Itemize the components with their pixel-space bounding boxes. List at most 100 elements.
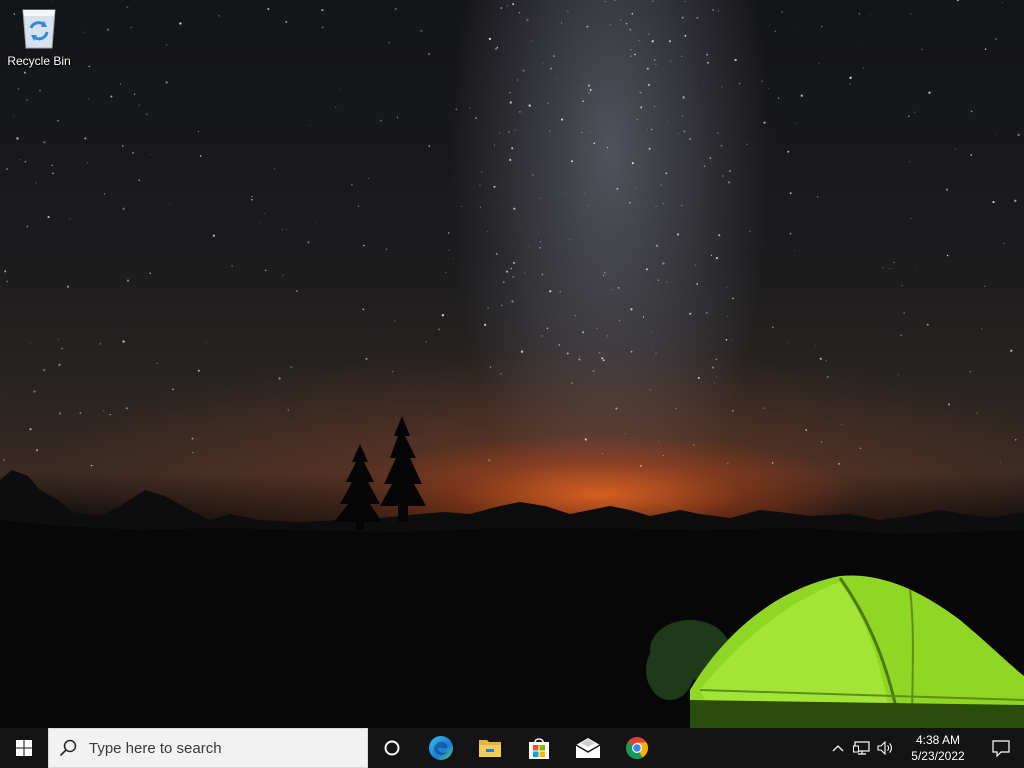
star: [448, 249, 450, 251]
star: [777, 97, 780, 99]
star: [509, 101, 512, 104]
star: [609, 24, 611, 26]
star: [717, 10, 720, 12]
star: [718, 234, 721, 237]
star: [420, 29, 423, 33]
star: [630, 49, 632, 51]
star: [574, 314, 576, 317]
star: [684, 34, 687, 37]
search-input[interactable]: [87, 738, 351, 758]
star: [717, 132, 719, 134]
star: [880, 378, 881, 380]
chevron-up-icon: [832, 745, 844, 752]
star: [522, 69, 525, 72]
star: [630, 350, 633, 353]
desktop[interactable]: Recycle Bin: [0, 0, 1024, 728]
star: [445, 272, 447, 273]
star: [712, 8, 715, 12]
star: [165, 81, 168, 84]
star: [693, 444, 695, 446]
star: [650, 331, 652, 333]
star: [668, 121, 669, 122]
star: [511, 241, 513, 243]
star: [547, 102, 549, 104]
taskbar-app-mail[interactable]: [563, 728, 612, 768]
star: [453, 257, 455, 259]
star: [631, 12, 634, 15]
star: [268, 333, 270, 335]
star: [903, 311, 906, 314]
star: [17, 88, 20, 90]
star: [619, 19, 622, 21]
star: [448, 232, 450, 234]
star: [636, 118, 638, 121]
star: [578, 307, 579, 309]
star: [665, 172, 668, 175]
start-button[interactable]: [0, 728, 48, 768]
taskbar-app-edge[interactable]: [416, 728, 465, 768]
star: [860, 43, 862, 45]
taskbar-app-chrome[interactable]: [612, 728, 661, 768]
star: [607, 335, 609, 337]
star: [483, 323, 487, 327]
star: [681, 115, 683, 117]
star: [566, 352, 569, 355]
cortana-button[interactable]: [368, 728, 416, 768]
star: [771, 462, 774, 464]
taskbar-app-store[interactable]: [514, 728, 563, 768]
search-box[interactable]: [48, 728, 368, 768]
star: [862, 67, 865, 70]
star: [584, 438, 587, 441]
star: [231, 264, 233, 267]
star: [36, 449, 39, 452]
edge-icon: [428, 736, 453, 760]
star: [166, 44, 168, 46]
star: [428, 53, 430, 55]
star: [805, 429, 807, 431]
star: [571, 382, 574, 384]
star: [441, 314, 445, 317]
star: [561, 22, 562, 24]
star: [921, 48, 923, 50]
star: [321, 8, 324, 12]
star: [586, 25, 589, 28]
star: [581, 131, 583, 134]
volume-button[interactable]: [874, 728, 898, 768]
star: [392, 371, 394, 373]
star: [549, 67, 552, 70]
star: [634, 46, 635, 48]
search-icon: [59, 739, 77, 757]
star: [999, 461, 1002, 463]
star: [501, 304, 503, 306]
action-center-button[interactable]: [978, 728, 1024, 768]
star: [541, 273, 544, 276]
star: [586, 146, 588, 148]
star: [357, 205, 360, 207]
star: [603, 271, 606, 275]
star: [629, 28, 632, 31]
recycle-bin-icon: [22, 9, 56, 49]
star: [638, 39, 640, 42]
network-icon: [853, 741, 870, 755]
star: [578, 358, 581, 361]
star: [684, 0, 686, 2]
star: [567, 10, 569, 12]
recycle-bin-desktop-icon[interactable]: Recycle Bin: [4, 6, 74, 76]
folder-icon: [478, 740, 501, 757]
star: [655, 63, 657, 65]
network-button[interactable]: [850, 728, 874, 768]
show-hidden-icons-button[interactable]: [826, 728, 850, 768]
clock[interactable]: 4:38 AM 5/23/2022: [898, 728, 978, 768]
taskbar-app-file-explorer[interactable]: [465, 728, 514, 768]
star: [615, 407, 618, 410]
star: [787, 150, 790, 153]
star: [1, 391, 3, 393]
star: [538, 231, 539, 233]
star: [889, 268, 891, 270]
star: [652, 0, 654, 2]
star: [138, 104, 141, 106]
star: [721, 86, 723, 88]
star: [309, 125, 311, 127]
star: [825, 360, 827, 362]
star: [913, 111, 916, 113]
